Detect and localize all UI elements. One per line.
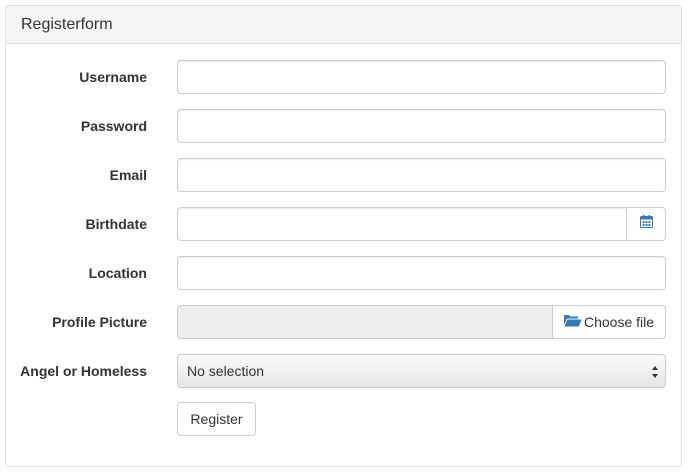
birthdate-row: Birthdate — [6, 207, 681, 241]
profile-picture-label: Profile Picture — [52, 314, 147, 330]
email-row: Email — [6, 158, 681, 192]
birthdate-input[interactable] — [177, 207, 627, 241]
birthdate-input-group — [177, 207, 666, 241]
file-input-group: Choose file — [177, 305, 666, 339]
datepicker-button[interactable] — [627, 207, 666, 241]
password-row: Password — [6, 109, 681, 143]
folder-open-icon — [563, 314, 582, 330]
username-row: Username — [6, 60, 681, 94]
profile-picture-row: Profile Picture Choose file — [6, 305, 681, 339]
angel-or-homeless-select[interactable]: No selection — [177, 354, 666, 388]
panel-title: Registerform — [21, 15, 113, 33]
register-button[interactable]: Register — [177, 402, 256, 436]
file-name-display — [177, 305, 552, 339]
choose-file-button[interactable]: Choose file — [552, 305, 666, 339]
username-input[interactable] — [177, 60, 666, 94]
select-arrows-icon — [651, 364, 659, 380]
username-label: Username — [79, 69, 147, 85]
password-input[interactable] — [177, 109, 666, 143]
birthdate-label: Birthdate — [85, 216, 147, 232]
location-label: Location — [88, 265, 147, 281]
panel-heading: Registerform — [6, 6, 681, 44]
register-panel: Registerform Username Password Email Bir… — [5, 5, 682, 467]
password-label: Password — [80, 118, 147, 134]
email-input[interactable] — [177, 158, 666, 192]
angel-or-homeless-row: Angel or Homeless No selection — [6, 354, 681, 388]
location-input[interactable] — [177, 256, 666, 290]
calendar-icon — [639, 215, 653, 233]
location-row: Location — [6, 256, 681, 290]
email-label: Email — [109, 167, 147, 183]
choose-file-label: Choose file — [583, 314, 655, 330]
angel-or-homeless-label: Angel or Homeless — [20, 363, 147, 379]
select-value: No selection — [187, 363, 265, 379]
